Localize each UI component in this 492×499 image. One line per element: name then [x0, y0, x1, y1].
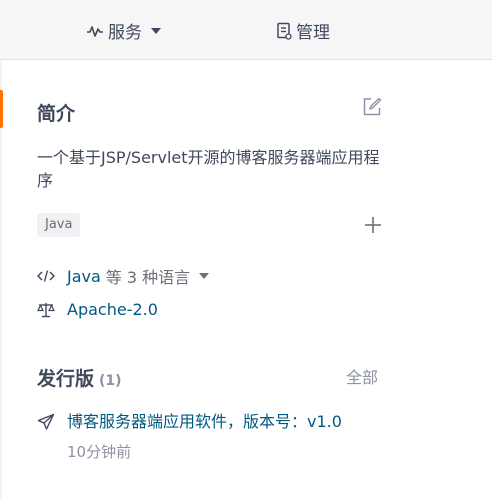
- releases-title: 发行版: [37, 368, 95, 390]
- manage-menu[interactable]: 管理: [276, 18, 330, 43]
- services-menu[interactable]: 服务: [86, 18, 161, 43]
- top-nav-bar: 服务 管理: [0, 0, 492, 60]
- more-languages: 等 3 种语言: [105, 268, 191, 287]
- releases-count: (1): [99, 373, 122, 389]
- services-label: 服务: [108, 23, 142, 43]
- primary-language: Java: [67, 266, 101, 286]
- releases-header: 发行版 (1): [37, 364, 122, 391]
- plus-icon[interactable]: [364, 216, 382, 238]
- edit-icon[interactable]: [362, 97, 382, 121]
- repo-description: 一个基于JSP/Servlet开源的博客服务器端应用程序: [37, 148, 380, 190]
- active-section-marker: [0, 90, 3, 128]
- chevron-down-icon: [151, 27, 161, 34]
- scale-icon: [37, 302, 57, 318]
- releases-all-link[interactable]: 全部: [346, 364, 378, 388]
- intro-title: 简介: [37, 103, 76, 125]
- pulse-icon: [86, 24, 104, 38]
- document-icon: [276, 22, 292, 40]
- send-icon: [37, 413, 57, 431]
- topic-tag[interactable]: Java: [37, 213, 81, 237]
- language-summary[interactable]: Java 等 3 种语言: [37, 264, 210, 288]
- manage-label: 管理: [296, 23, 330, 43]
- license-name: Apache-2.0: [67, 300, 158, 319]
- release-name-link[interactable]: 博客服务器端应用软件，版本号：v1.0: [67, 411, 342, 433]
- code-icon: [37, 269, 57, 283]
- license-link[interactable]: Apache-2.0: [37, 300, 158, 319]
- release-item[interactable]: 博客服务器端应用软件，版本号：v1.0: [37, 411, 342, 433]
- chevron-down-icon: [199, 273, 210, 279]
- release-time: 10分钟前: [67, 443, 132, 461]
